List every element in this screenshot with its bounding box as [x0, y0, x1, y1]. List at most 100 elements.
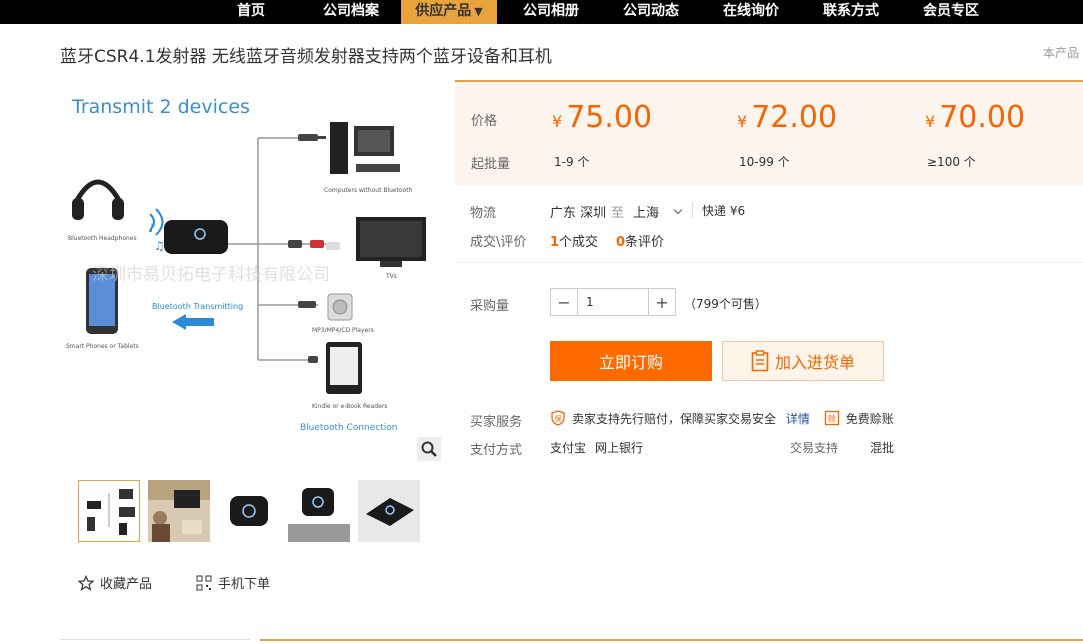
qr-code-icon	[196, 575, 212, 591]
mobile-order-link[interactable]: 手机下单	[196, 573, 270, 592]
section-divider	[455, 262, 1083, 263]
nav-company-news[interactable]: 公司动态	[607, 0, 695, 24]
nav-member-zone[interactable]: 会员专区	[907, 0, 995, 24]
logistics-label: 物流	[470, 206, 497, 221]
currency-symbol: ¥	[552, 112, 563, 131]
clipboard-icon	[751, 350, 769, 372]
thumbnail-2[interactable]	[148, 480, 210, 542]
quantity-input[interactable]	[578, 288, 648, 316]
svg-text:保: 保	[555, 414, 562, 423]
trade-support-label: 交易支持	[790, 441, 839, 455]
price-tier-3-value: 70.00	[939, 100, 1026, 135]
price-label: 价格	[471, 114, 498, 129]
image-headline: Transmit 2 devices	[71, 96, 250, 118]
image-label-phones: Smart Phones or Tablets	[66, 343, 139, 350]
price-tier-2-range: 10-99 个	[739, 155, 790, 169]
image-label-headphones: Bluetooth Headphones	[68, 235, 137, 242]
deals-count-text: 个成交	[559, 235, 599, 250]
stock-available: （799个可售）	[684, 297, 767, 311]
product-title: 蓝牙CSR4.1发射器 无线蓝牙音频发射器支持两个蓝牙设备和耳机	[60, 47, 552, 67]
quantity-stepper: − +	[550, 288, 676, 316]
price-tier-3: ¥70.00	[925, 100, 1025, 135]
svg-text:♪: ♪	[148, 221, 156, 235]
deals-label: 成交\评价	[470, 235, 527, 250]
image-label-kindle: Kindle or e-Book Readers	[312, 403, 387, 410]
price-panel: 价格 起批量 ¥75.00 1-9 个 ¥72.00 10-99 个 ¥70.0…	[455, 80, 1083, 185]
deals-count-number: 1	[550, 235, 560, 250]
free-credit-icon: 赊	[824, 410, 839, 426]
mobile-order-label: 手机下单	[218, 577, 271, 592]
quantity-label: 采购量	[470, 299, 510, 314]
price-tier-2-value: 72.00	[751, 100, 838, 135]
reviews-count-text: 条评价	[625, 235, 665, 250]
quantity-decrease-button[interactable]: −	[550, 288, 578, 316]
add-to-cart-button[interactable]: 加入进货单	[722, 341, 884, 381]
thumbnail-1-image	[79, 481, 139, 541]
destination-select[interactable]: 上海	[633, 202, 683, 221]
free-credit-text: 免费赊账	[845, 412, 894, 426]
moq-label: 起批量	[471, 157, 511, 172]
add-to-cart-label: 加入进货单	[774, 353, 855, 372]
top-nav: 首页 公司档案 供应产品 ▼ 公司相册 公司动态 在线询价 联系方式 会员专区	[0, 0, 1083, 24]
quantity-increase-button[interactable]: +	[648, 288, 676, 316]
image-label-connection: Bluetooth Connection	[300, 423, 397, 433]
currency-symbol: ¥	[737, 112, 748, 131]
payment-online-bank: 网上银行	[595, 441, 644, 455]
nav-supply-label: 供应产品	[415, 3, 472, 19]
payment-label: 支付方式	[470, 443, 523, 458]
payment-alipay: 支付宝	[550, 441, 587, 455]
price-tier-2: ¥72.00	[737, 100, 837, 135]
thumbnail-5-image	[358, 480, 420, 542]
image-label-computers: Computers without Bluetooth	[324, 187, 413, 194]
thumbnail-4-image	[288, 480, 350, 542]
image-label-mp3: MP3/MP4/CD Players	[312, 327, 374, 334]
product-diagram: Transmit 2 devices Computers without Blu…	[66, 96, 426, 433]
thumbnail-3-image	[218, 480, 280, 542]
details-link[interactable]: 详情	[786, 412, 810, 426]
thumbnail-4[interactable]	[288, 480, 350, 542]
favorite-label: 收藏产品	[100, 577, 153, 592]
bottom-divider-right	[260, 639, 1083, 641]
currency-symbol: ¥	[925, 112, 936, 131]
deals-count[interactable]: 1个成交	[550, 231, 598, 250]
divider	[692, 202, 693, 218]
thumbnail-3[interactable]	[218, 480, 280, 542]
reviews-count[interactable]: 0条评价	[616, 231, 664, 250]
star-icon	[77, 575, 95, 591]
image-label-transmitting: Bluetooth Transmitting	[152, 302, 243, 311]
price-tier-1-range: 1-9 个	[554, 155, 590, 169]
nav-company-album[interactable]: 公司相册	[507, 0, 595, 24]
thumbnail-1[interactable]	[78, 480, 140, 542]
thumbnail-2-image	[148, 480, 210, 542]
nav-home[interactable]: 首页	[220, 0, 282, 24]
bottom-divider-left	[60, 639, 250, 640]
chevron-down-icon	[673, 209, 683, 215]
svg-text:♫: ♫	[154, 239, 165, 253]
reviews-count-number: 0	[616, 235, 626, 250]
buy-now-button[interactable]: 立即订购	[550, 341, 712, 381]
product-main-image[interactable]: Transmit 2 devices Computers without Blu…	[62, 82, 442, 462]
nav-supply-products[interactable]: 供应产品 ▼	[401, 0, 497, 24]
destination-value: 上海	[633, 206, 660, 221]
thumbnail-5[interactable]	[358, 480, 420, 542]
logistics-from: 广东 深圳	[550, 206, 607, 221]
zoom-button[interactable]	[417, 437, 441, 461]
logistics-to-word: 至	[611, 206, 625, 221]
favorite-link[interactable]: 收藏产品	[77, 573, 153, 592]
service-guarantee: 保 卖家支持先行赔付，保障买家交易安全 详情 赊 免费赊账	[550, 410, 894, 427]
nav-company-profile[interactable]: 公司档案	[307, 0, 395, 24]
magnifier-icon	[421, 441, 437, 457]
nav-contact[interactable]: 联系方式	[807, 0, 895, 24]
dropdown-arrow-icon: ▼	[474, 5, 483, 18]
express-fee: 快递 ¥6	[702, 204, 746, 218]
svg-text:赊: 赊	[828, 414, 836, 424]
nav-online-inquiry[interactable]: 在线询价	[707, 0, 795, 24]
trade-support-value: 混批	[870, 441, 895, 455]
guarantee-text: 卖家支持先行赔付，保障买家交易安全	[572, 412, 777, 426]
service-label: 买家服务	[470, 415, 523, 430]
price-tier-1: ¥75.00	[552, 100, 652, 135]
price-tier-1-value: 75.00	[566, 100, 653, 135]
image-label-tv: TVs	[385, 273, 397, 280]
shield-badge-icon: 保	[551, 410, 565, 426]
price-tier-3-range: ≥100 个	[927, 155, 976, 169]
